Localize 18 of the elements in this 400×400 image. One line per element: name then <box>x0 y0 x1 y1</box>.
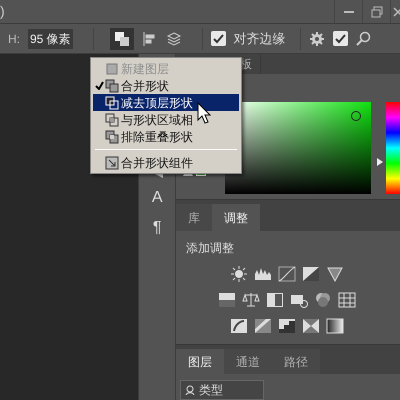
menu-item[interactable]: 与形状区域相 <box>93 111 239 128</box>
panel-tab[interactable]: 路径 <box>272 349 320 374</box>
height-field[interactable]: 95 像素 <box>28 28 73 49</box>
panel-tab[interactable]: 调整 <box>212 204 260 231</box>
title-text: ) <box>0 2 5 22</box>
menu-item[interactable]: 合并形状组件 <box>93 154 239 171</box>
panel-heading: 添加调整 <box>186 240 235 257</box>
panel-tool-button[interactable]: ¶ <box>152 216 162 240</box>
snap-edges-label: 对齐边缘 <box>234 30 286 48</box>
menu-item[interactable]: 排除重叠形状 <box>93 128 239 145</box>
panel-tab[interactable]: 通道 <box>224 349 272 374</box>
filter-field[interactable]: 类型 <box>180 380 264 400</box>
height-label: H: <box>8 30 20 48</box>
panel-tab[interactable]: 图层 <box>176 349 224 374</box>
panel-tool-button[interactable]: A <box>152 186 163 210</box>
menu-item[interactable]: 减去顶层形状 <box>93 94 239 111</box>
menu-item[interactable]: 合并形状 <box>93 77 239 94</box>
panel-tab[interactable]: 库 <box>176 204 212 231</box>
